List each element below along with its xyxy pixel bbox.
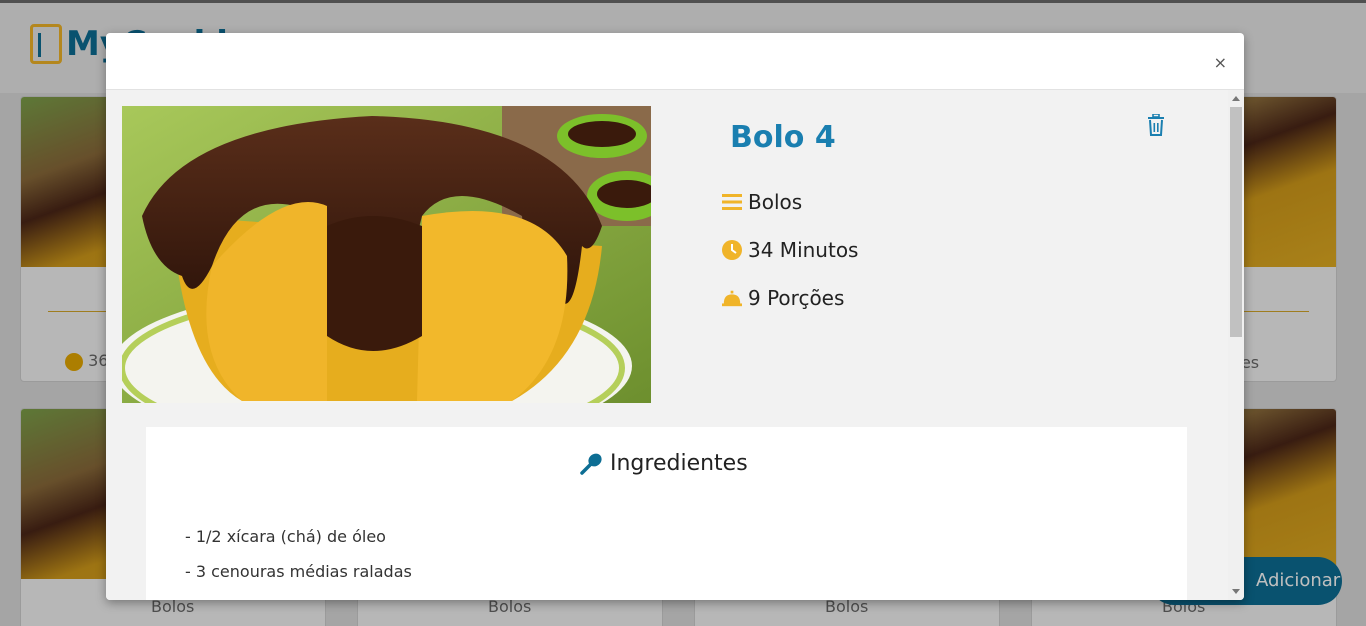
- ingredient-item: - 3 cenouras médias raladas: [185, 562, 412, 581]
- ingredients-panel: Ingredientes - 1/2 xícara (chá) de óleo …: [146, 427, 1187, 600]
- recipe-servings: 9 Porções: [722, 286, 844, 310]
- recipe-time: 34 Minutos: [722, 238, 858, 262]
- modal-body: Bolo 4 Bolos 34 Minutos 9 Porções Ingred…: [106, 90, 1228, 600]
- modal-header: ×: [106, 33, 1244, 90]
- recipe-image: [122, 106, 651, 403]
- recipe-title: Bolo 4: [730, 120, 836, 155]
- scroll-down-icon[interactable]: [1232, 589, 1240, 594]
- ingredients-title: Ingredientes: [580, 451, 748, 476]
- ingredient-item: - 1/2 xícara (chá) de óleo: [185, 527, 386, 546]
- close-button[interactable]: ×: [1214, 53, 1227, 72]
- modal-scrollbar[interactable]: [1228, 90, 1244, 600]
- trash-icon[interactable]: [1146, 114, 1166, 136]
- recipe-modal: × Bolo 4 Bolos 34 Minutos 9 Porções Ingr…: [106, 33, 1244, 600]
- clock-icon: [722, 240, 742, 260]
- spoon-icon: [580, 453, 602, 475]
- bell-icon: [722, 290, 742, 307]
- list-icon: [722, 194, 742, 210]
- scroll-thumb[interactable]: [1230, 107, 1242, 337]
- scroll-up-icon[interactable]: [1232, 96, 1240, 101]
- recipe-category: Bolos: [722, 190, 802, 214]
